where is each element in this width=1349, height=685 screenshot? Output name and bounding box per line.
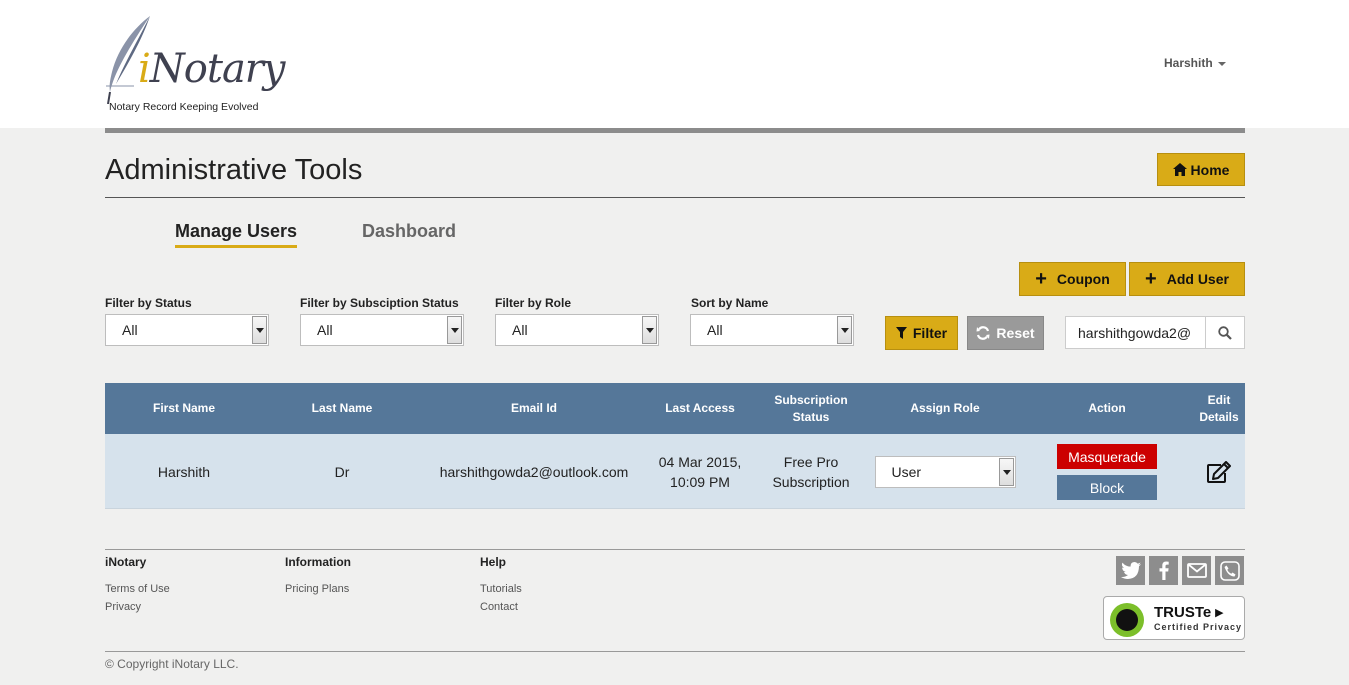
cell-subscription-line2: Subscription xyxy=(772,473,850,490)
filter-role-label: Filter by Role xyxy=(495,296,572,310)
logo-wordmark: iNotary xyxy=(138,46,286,92)
home-button-label: Home xyxy=(1190,161,1230,178)
cell-last-access: 04 Mar 2015, 10:09 PM xyxy=(647,434,753,509)
cell-last-access-time: 10:09 PM xyxy=(670,473,730,490)
table-row: Harshith Dr harshithgowda2@outlook.com 0… xyxy=(105,434,1245,509)
inotary-logo[interactable]: iNotary Notary Record Keeping Evolved xyxy=(104,14,286,116)
tab-dashboard[interactable]: Dashboard xyxy=(362,221,456,242)
block-button[interactable]: Block xyxy=(1057,475,1157,500)
search-input[interactable] xyxy=(1066,317,1206,348)
col-edit-details: Edit Details xyxy=(1193,383,1245,434)
table-header-row: First Name Last Name Email Id Last Acces… xyxy=(105,383,1245,434)
search-icon xyxy=(1218,325,1232,340)
logo-tagline: Notary Record Keeping Evolved xyxy=(109,101,259,113)
cell-subscription-status: Free Pro Subscription xyxy=(753,434,869,509)
footer-divider xyxy=(105,549,1245,550)
sort-name-value: All xyxy=(707,322,723,338)
filter-status-select[interactable]: All xyxy=(105,314,269,346)
copyright-divider xyxy=(105,651,1245,652)
terms-link[interactable]: Terms of Use xyxy=(105,583,170,595)
cell-assign-role: User xyxy=(869,434,1021,509)
assign-role-value: User xyxy=(891,463,922,480)
col-last-name: Last Name xyxy=(311,401,373,415)
privacy-link[interactable]: Privacy xyxy=(105,601,141,613)
home-icon xyxy=(1172,163,1187,176)
funnel-icon xyxy=(895,327,907,339)
contact-link[interactable]: Contact xyxy=(480,601,518,613)
truste-subtitle: Certified Privacy xyxy=(1154,622,1243,632)
truste-logo-icon xyxy=(1110,603,1144,637)
dropdown-arrow-icon xyxy=(642,316,657,344)
user-menu-label: Harshith xyxy=(1164,56,1213,70)
add-coupon-button[interactable]: + Coupon xyxy=(1019,262,1126,296)
filter-status-label: Filter by Status xyxy=(105,296,192,310)
user-menu-dropdown[interactable]: Harshith xyxy=(1164,56,1226,70)
col-action: Action xyxy=(1088,401,1126,415)
filter-subscription-select[interactable]: All xyxy=(300,314,464,346)
coupon-label: Coupon xyxy=(1056,271,1110,287)
filter-subscription-label: Filter by Subsciption Status xyxy=(300,296,459,310)
masquerade-button[interactable]: Masquerade xyxy=(1057,444,1157,469)
col-edit-line2: Details xyxy=(1199,409,1239,424)
assign-role-select[interactable]: User xyxy=(874,455,1016,488)
truste-name: TRUSTe ▸ xyxy=(1154,604,1223,621)
col-edit-line1: Edit xyxy=(1207,392,1231,407)
search-button[interactable] xyxy=(1205,317,1244,348)
col-last-access: Last Access xyxy=(665,401,735,415)
tab-manage-users[interactable]: Manage Users xyxy=(175,221,298,248)
filter-role-select[interactable]: All xyxy=(495,314,659,346)
footer-help-heading: Help xyxy=(480,555,507,569)
tutorials-link[interactable]: Tutorials xyxy=(480,583,522,595)
col-subscription-status: Subscription Status xyxy=(753,383,869,434)
cell-edit-details xyxy=(1193,434,1245,509)
cell-last-access-date: 04 Mar 2015, xyxy=(658,453,742,470)
plus-icon: + xyxy=(1145,268,1157,290)
filter-role-value: All xyxy=(512,322,528,338)
facebook-icon[interactable] xyxy=(1149,556,1178,585)
copyright-text: © Copyright iNotary LLC. xyxy=(105,657,239,671)
dropdown-arrow-icon xyxy=(447,316,462,344)
edit-icon[interactable] xyxy=(1206,460,1232,483)
users-table: First Name Last Name Email Id Last Acces… xyxy=(105,383,1245,509)
home-button[interactable]: Home xyxy=(1157,153,1245,186)
col-first-name: First Name xyxy=(152,401,216,415)
filter-subscription-value: All xyxy=(317,322,333,338)
filter-button[interactable]: Filter xyxy=(885,316,958,350)
filter-status-value: All xyxy=(122,322,138,338)
reset-button[interactable]: Reset xyxy=(967,316,1044,350)
reset-button-label: Reset xyxy=(996,325,1035,341)
col-subscription-line2: Status xyxy=(792,409,830,424)
plus-icon: + xyxy=(1035,268,1047,290)
site-header: iNotary Notary Record Keeping Evolved Ha… xyxy=(0,0,1349,128)
sort-name-select[interactable]: All xyxy=(690,314,854,346)
pricing-plans-link[interactable]: Pricing Plans xyxy=(285,583,349,595)
phone-icon[interactable] xyxy=(1215,556,1244,585)
filter-button-label: Filter xyxy=(912,325,948,341)
truste-badge[interactable]: TRUSTe ▸ Certified Privacy xyxy=(1103,596,1245,640)
col-email: Email Id xyxy=(510,401,557,415)
sort-name-label: Sort by Name xyxy=(691,296,769,310)
footer-information-heading: Information xyxy=(285,555,351,569)
cell-last-name: Dr xyxy=(334,463,350,480)
header-divider xyxy=(105,128,1245,133)
add-user-button[interactable]: + Add User xyxy=(1129,262,1245,296)
twitter-icon[interactable] xyxy=(1116,556,1145,585)
search-box xyxy=(1065,316,1245,349)
cell-email: harshithgowda2@outlook.com xyxy=(439,463,629,480)
dropdown-arrow-icon xyxy=(998,457,1014,486)
email-icon[interactable] xyxy=(1182,556,1211,585)
dropdown-arrow-icon xyxy=(252,316,267,344)
refresh-icon xyxy=(976,326,990,340)
col-subscription-line1: Subscription xyxy=(774,392,848,407)
footer-inotary-heading: iNotary xyxy=(105,555,147,569)
title-divider xyxy=(105,197,1245,198)
col-assign-role: Assign Role xyxy=(910,401,980,415)
dropdown-arrow-icon xyxy=(837,316,852,344)
cell-first-name: Harshith xyxy=(157,463,211,480)
page-title: Administrative Tools xyxy=(105,154,363,186)
caret-down-icon xyxy=(1217,61,1226,66)
add-user-label: Add User xyxy=(1166,271,1229,287)
cell-subscription-line1: Free Pro xyxy=(783,453,839,470)
